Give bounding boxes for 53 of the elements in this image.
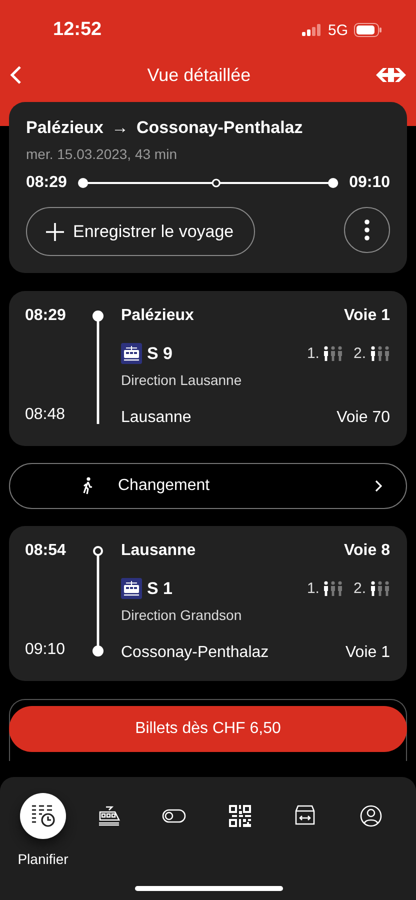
occupancy-icon [370,346,390,361]
direction-label: Direction Grandson [121,607,243,623]
route-arrow: → [112,118,128,138]
train-icon [121,343,142,364]
class-label: 2. [353,345,366,362]
chevron-right-icon [374,480,382,492]
platform-label: Voie 1 [344,307,390,325]
platform-label: Voie 1 [346,644,390,662]
plus-icon [45,222,65,242]
station-name: Cossonay-Penthalaz [121,644,269,662]
change-row[interactable]: Changement [9,463,407,509]
class-label: 1. [306,345,320,362]
route-to: Cossonay-Penthalaz [136,118,303,138]
occupancy-icon [323,346,344,361]
status-time: 12:52 [53,19,102,41]
occupancy-icon [370,581,390,596]
back-icon[interactable] [10,65,22,85]
train-line: S 9 [147,344,173,364]
route-from: Palézieux [26,118,104,138]
network-label: 5G [328,22,348,38]
platform-label: Voie 70 [336,409,390,427]
tickets-button[interactable]: Billets dès CHF 6,50 [9,706,407,752]
arrival-time: 09:10 [349,174,390,192]
arrival-time: 09:10 [25,641,66,660]
toggle-icon [162,809,186,823]
direction-label: Direction Lausanne [121,372,243,388]
page-title: Vue détaillée [147,64,251,86]
timetable-clock-icon [30,803,56,829]
shop-icon [294,805,316,827]
occupancy-icon [323,581,344,596]
walking-person-icon [82,477,94,495]
train-line: S 1 [147,578,173,598]
platform-label: Voie 8 [344,542,390,560]
more-button[interactable] [344,207,390,253]
class-label: 2. [353,580,366,597]
qr-code-icon [228,805,251,827]
departure-time: 08:54 [25,542,67,561]
departure-time: 08:29 [26,174,67,192]
signal-icon [302,24,322,36]
station-name: Lausanne [121,542,196,560]
station-name: Lausanne [121,409,192,427]
station-name: Palézieux [121,307,194,325]
sbb-logo-icon[interactable] [376,67,406,83]
arrival-time: 08:48 [25,406,66,425]
battery-icon [354,23,382,37]
profile-icon [360,805,382,827]
train-icon [96,804,121,828]
save-journey-button[interactable]: Enregistrer le voyage [26,207,255,256]
class-label: 1. [306,580,320,597]
more-icon [364,219,370,241]
train-icon [121,578,142,599]
departure-time: 08:29 [25,307,67,326]
journey-date: mer. 15.03.2023, 43 min [26,146,178,162]
